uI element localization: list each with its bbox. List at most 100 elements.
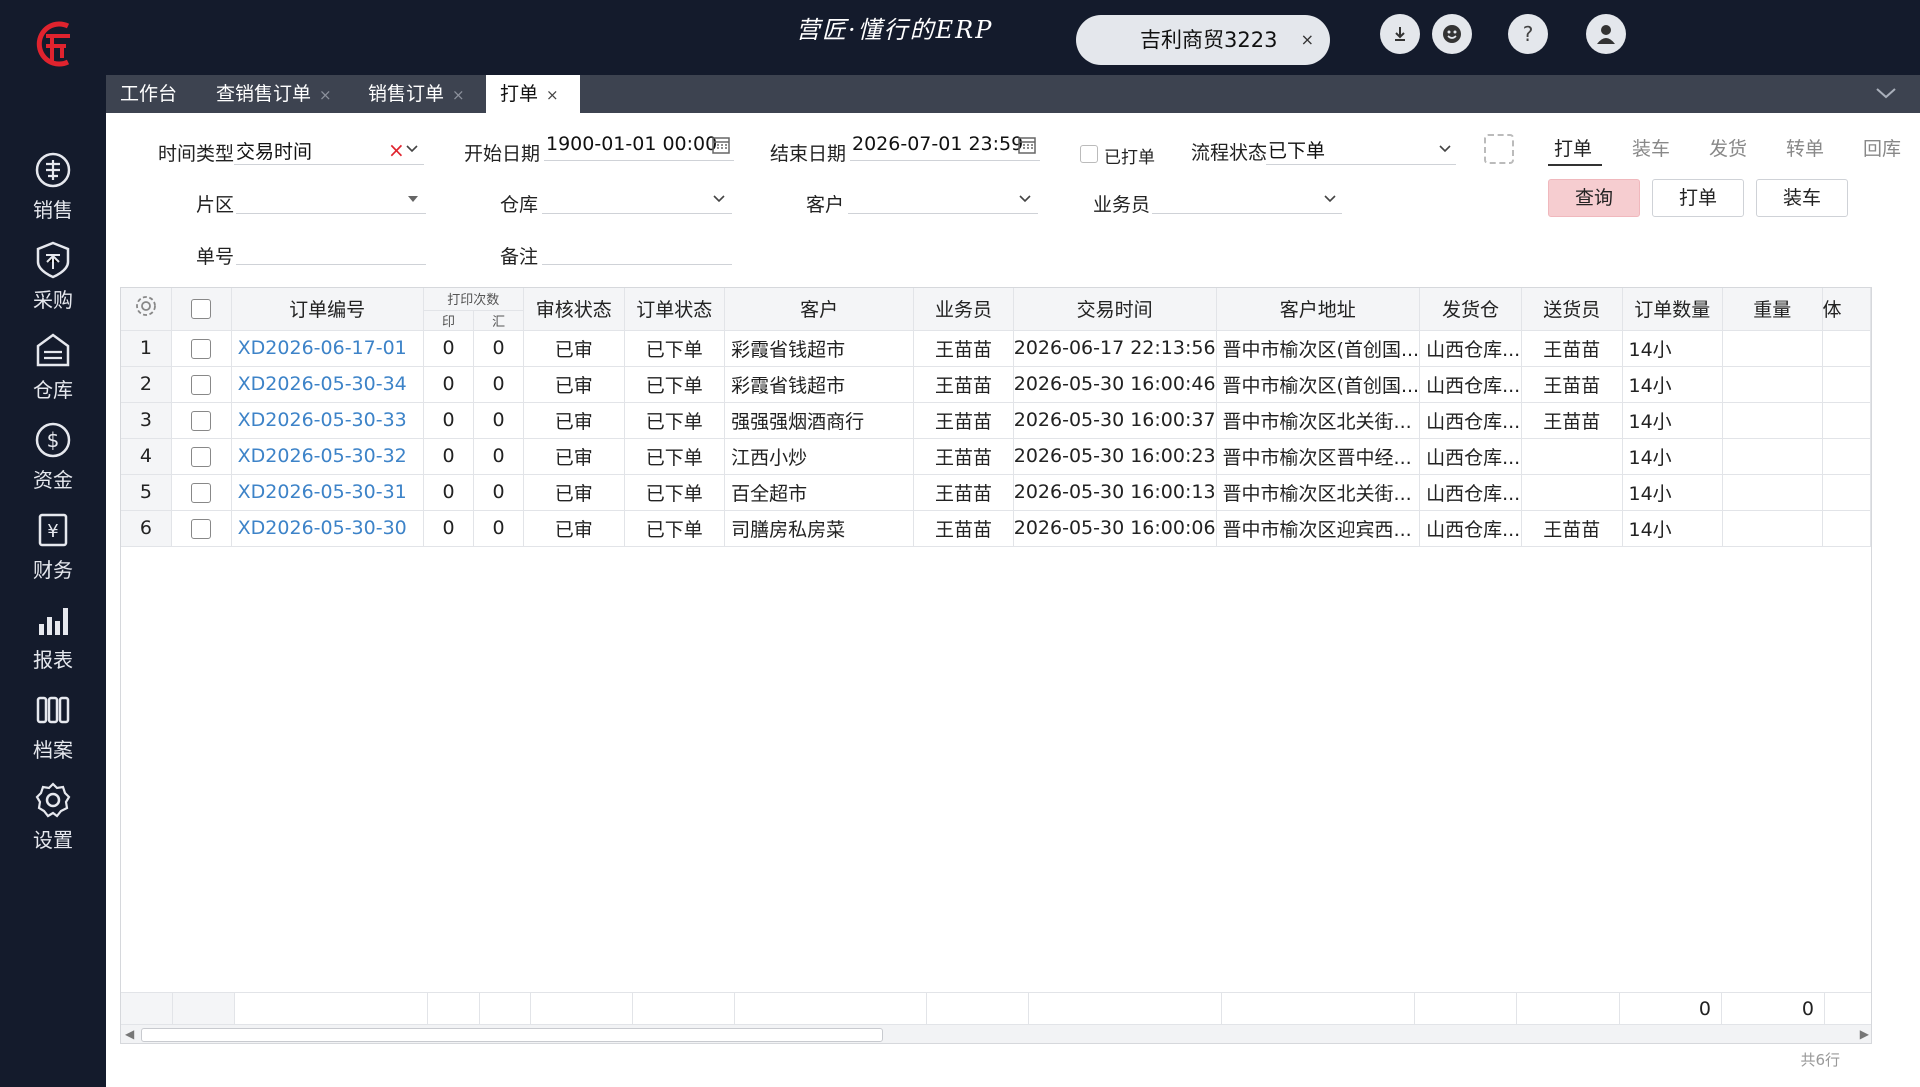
header-status[interactable]: 订单状态 xyxy=(624,288,726,331)
row-checkbox[interactable] xyxy=(191,482,212,503)
sidebar-item-archive[interactable]: 档案 xyxy=(0,690,106,770)
header-address[interactable]: 客户地址 xyxy=(1216,288,1421,331)
gear-icon[interactable] xyxy=(134,294,158,318)
mode-print[interactable]: 打单 xyxy=(1554,134,1592,161)
caret-down-icon[interactable] xyxy=(406,193,420,205)
end-date-input[interactable]: 2026-07-01 23:59 xyxy=(852,133,1023,155)
user-button[interactable] xyxy=(1586,14,1626,54)
load-button[interactable]: 装车 xyxy=(1756,179,1848,217)
row-checkbox-cell[interactable] xyxy=(171,438,232,475)
header-customer[interactable]: 客户 xyxy=(724,288,915,331)
flow-status-select[interactable]: 已下单 xyxy=(1268,136,1325,163)
select-area-icon[interactable] xyxy=(1484,134,1514,164)
order-no-link[interactable]: XD2026-06-17-01 xyxy=(231,330,424,367)
chevron-down-icon[interactable] xyxy=(1323,193,1337,205)
tab-workbench[interactable]: 工作台 xyxy=(106,75,198,113)
order-no-link[interactable]: XD2026-05-30-33 xyxy=(231,402,424,439)
row-checkbox[interactable] xyxy=(191,446,212,467)
sidebar-item-funds[interactable]: $ 资金 xyxy=(0,420,106,500)
clear-icon[interactable]: × xyxy=(388,138,405,162)
tab-sales-order[interactable]: 销售订单 × xyxy=(354,75,486,113)
order-no-input[interactable] xyxy=(236,264,426,265)
table-row[interactable]: 5 XD2026-05-30-31 0 0 已审 已下单 百全超市 王苗苗 2026-05-30… xyxy=(121,474,1871,511)
row-checkbox-cell[interactable] xyxy=(171,330,232,367)
row-checkbox[interactable] xyxy=(191,374,212,395)
close-icon[interactable]: × xyxy=(452,86,465,104)
order-no-link[interactable]: XD2026-05-30-34 xyxy=(231,366,424,403)
deliverer-name xyxy=(1521,438,1623,475)
company-close-icon[interactable]: × xyxy=(1301,15,1314,65)
mode-transfer[interactable]: 转单 xyxy=(1786,134,1824,161)
mode-return[interactable]: 回库 xyxy=(1863,134,1901,161)
chevron-down-icon[interactable] xyxy=(1874,83,1898,103)
table-row[interactable]: 1 XD2026-06-17-01 0 0 已审 已下单 彩霞省钱超市 王苗苗 2026-06-… xyxy=(121,330,1871,367)
order-no-link[interactable]: XD2026-05-30-30 xyxy=(231,510,424,547)
start-date-input[interactable]: 1900-01-01 00:00 xyxy=(546,133,717,155)
row-checkbox[interactable] xyxy=(191,338,212,359)
scrollbar-thumb[interactable] xyxy=(141,1028,883,1042)
sidebar-item-purchase[interactable]: 采购 xyxy=(0,240,106,320)
sidebar-item-settings[interactable]: 设置 xyxy=(0,780,106,860)
header-trade-time[interactable]: 交易时间 xyxy=(1013,288,1217,331)
company-switcher[interactable]: 吉利商贸3223 × xyxy=(1076,15,1330,65)
scroll-right-icon[interactable]: ▶ xyxy=(1860,1027,1869,1041)
time-type-select[interactable]: 交易时间 xyxy=(236,137,312,164)
remark-input[interactable] xyxy=(542,264,732,265)
help-button[interactable]: ? xyxy=(1508,14,1548,54)
area-select[interactable] xyxy=(236,213,426,214)
mode-ship[interactable]: 发货 xyxy=(1709,134,1747,161)
header-salesman[interactable]: 业务员 xyxy=(913,288,1014,331)
row-checkbox-cell[interactable] xyxy=(171,366,232,403)
order-no-link[interactable]: XD2026-05-30-31 xyxy=(231,474,424,511)
printed-checkbox[interactable] xyxy=(1080,145,1098,163)
order-no-link[interactable]: XD2026-05-30-32 xyxy=(231,438,424,475)
service-button[interactable] xyxy=(1432,14,1472,54)
select-all-cell[interactable] xyxy=(171,288,232,331)
column-settings-cell[interactable] xyxy=(121,288,172,331)
summary-cell xyxy=(428,993,480,1025)
chevron-down-icon[interactable] xyxy=(1018,193,1032,205)
header-deliverer[interactable]: 送货员 xyxy=(1521,288,1623,331)
row-checkbox-cell[interactable] xyxy=(171,474,232,511)
chevron-down-icon[interactable] xyxy=(712,193,726,205)
header-weight[interactable]: 重量 xyxy=(1722,288,1823,331)
download-button[interactable] xyxy=(1380,14,1420,54)
summary-cell xyxy=(531,993,633,1025)
table-row[interactable]: 4 XD2026-05-30-32 0 0 已审 已下单 江西小炒 王苗苗 2026-05-30… xyxy=(121,438,1871,475)
chevron-down-icon[interactable] xyxy=(405,143,419,155)
salesman-select[interactable] xyxy=(1152,213,1342,214)
calendar-icon[interactable] xyxy=(1017,135,1037,155)
print-button[interactable]: 打单 xyxy=(1652,179,1744,217)
row-checkbox[interactable] xyxy=(191,410,212,431)
sidebar-item-report[interactable]: 报表 xyxy=(0,600,106,680)
row-checkbox-cell[interactable] xyxy=(171,510,232,547)
calendar-icon[interactable] xyxy=(711,135,731,155)
weight xyxy=(1722,330,1823,367)
table-row[interactable]: 2 XD2026-05-30-34 0 0 已审 已下单 彩霞省钱超市 王苗苗 2026-05-… xyxy=(121,366,1871,403)
table-row[interactable]: 6 XD2026-05-30-30 0 0 已审 已下单 司膳房私房菜 王苗苗 2026-05-… xyxy=(121,510,1871,547)
query-button[interactable]: 查询 xyxy=(1548,179,1640,217)
chevron-down-icon[interactable] xyxy=(1438,143,1452,155)
sidebar-item-warehouse[interactable]: 仓库 xyxy=(0,330,106,410)
header-more[interactable]: 体 xyxy=(1822,288,1871,331)
warehouse-select[interactable] xyxy=(542,213,732,214)
close-icon[interactable]: × xyxy=(319,86,332,104)
header-order-no[interactable]: 订单编号 xyxy=(231,288,424,331)
customer-name: 江西小炒 xyxy=(724,438,915,475)
row-checkbox[interactable] xyxy=(191,518,212,539)
header-ship-warehouse[interactable]: 发货仓 xyxy=(1419,288,1523,331)
tab-query-sales-order[interactable]: 查销售订单 × xyxy=(202,75,334,113)
sidebar-item-sales[interactable]: 销售 xyxy=(0,150,106,230)
horizontal-scrollbar[interactable]: ◀ ▶ xyxy=(121,1024,1871,1043)
header-audit[interactable]: 审核状态 xyxy=(523,288,625,331)
close-icon[interactable]: × xyxy=(546,86,559,104)
select-all-checkbox[interactable] xyxy=(191,299,212,320)
tab-print-order[interactable]: 打单 × xyxy=(486,75,580,113)
scroll-left-icon[interactable]: ◀ xyxy=(125,1027,134,1041)
header-qty[interactable]: 订单数量 xyxy=(1622,288,1724,331)
sidebar-item-finance[interactable]: ¥ 财务 xyxy=(0,510,106,590)
customer-select[interactable] xyxy=(848,213,1038,214)
table-row[interactable]: 3 XD2026-05-30-33 0 0 已审 已下单 强强强烟酒商行 王苗苗 2026-05… xyxy=(121,402,1871,439)
mode-load[interactable]: 装车 xyxy=(1632,134,1670,161)
row-checkbox-cell[interactable] xyxy=(171,402,232,439)
